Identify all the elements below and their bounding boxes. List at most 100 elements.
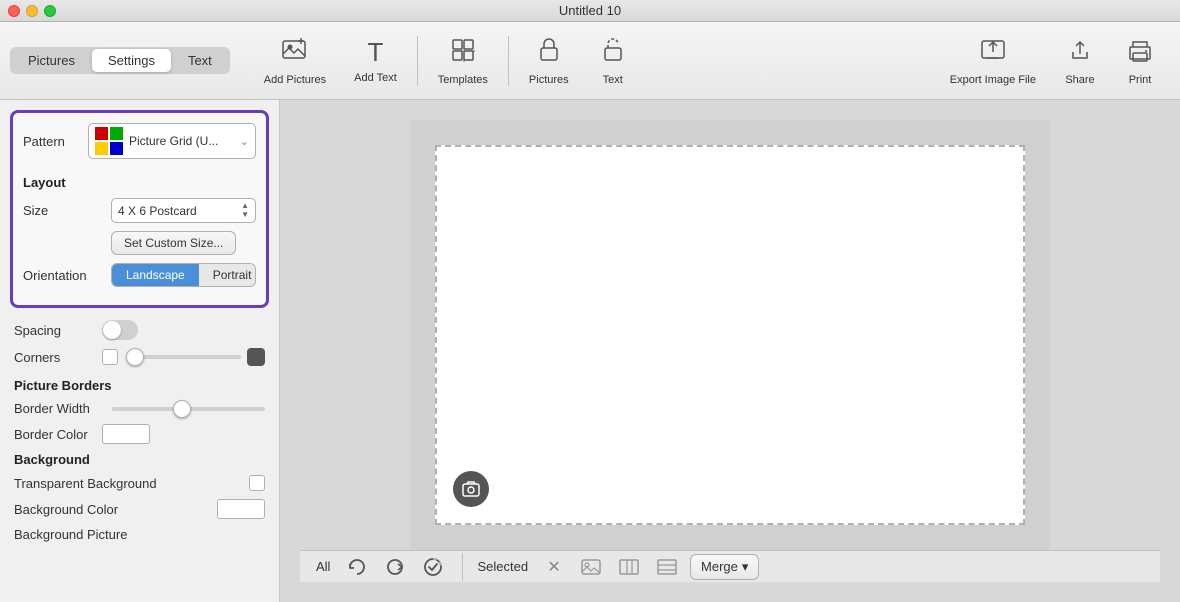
layout-title: Layout	[23, 175, 256, 190]
bg-color-label: Background Color	[14, 502, 118, 517]
corners-row: Corners	[14, 348, 265, 366]
border-width-slider[interactable]	[112, 407, 265, 411]
size-label: Size	[23, 203, 103, 218]
tab-settings[interactable]: Settings	[92, 49, 171, 72]
bottom-bar: All	[300, 550, 1160, 582]
minimize-button[interactable]	[26, 5, 38, 17]
background-title: Background	[14, 452, 265, 467]
size-stepper-icon: ▲ ▼	[241, 202, 249, 219]
maximize-button[interactable]	[44, 5, 56, 17]
templates-icon	[449, 36, 477, 70]
bottom-separator	[462, 553, 463, 581]
close-button[interactable]	[8, 5, 20, 17]
pattern-row: Pattern Picture Grid (U... ⌄	[23, 123, 256, 159]
merge-button[interactable]: Merge ▾	[690, 554, 759, 580]
canvas-area: All	[280, 100, 1180, 602]
border-color-row: Border Color	[14, 424, 265, 444]
toggle-knob	[103, 321, 121, 339]
transparent-bg-checkbox[interactable]	[249, 475, 265, 491]
add-pictures-icon	[281, 36, 309, 70]
text-lock-icon	[601, 36, 625, 70]
share-icon	[1068, 36, 1092, 70]
share-label: Share	[1065, 74, 1094, 86]
toolbar-separator-2	[508, 36, 509, 86]
transparent-bg-label: Transparent Background	[14, 476, 157, 491]
refresh-all-button-1[interactable]	[342, 552, 372, 582]
print-icon	[1126, 36, 1154, 70]
export-icon	[979, 36, 1007, 70]
merge-chevron-icon: ▾	[742, 559, 749, 575]
tab-pictures[interactable]: Pictures	[12, 49, 91, 72]
spacing-toggle[interactable]	[102, 320, 138, 340]
text-lock-button[interactable]: Text	[583, 32, 643, 90]
orientation-buttons: Landscape Portrait	[111, 263, 256, 287]
pictures-label: Pictures	[529, 74, 569, 86]
add-pictures-button[interactable]: Add Pictures	[250, 32, 340, 90]
templates-button[interactable]: Templates	[424, 32, 502, 90]
picture-borders-title: Picture Borders	[14, 378, 265, 393]
merge-label: Merge	[701, 559, 738, 574]
selected-image-button[interactable]	[576, 552, 606, 582]
pictures-lock-icon	[537, 36, 561, 70]
selected-label: Selected	[477, 559, 528, 574]
bg-color-row: Background Color	[14, 499, 265, 519]
canvas-wrapper	[300, 120, 1160, 550]
pattern-select[interactable]: Picture Grid (U... ⌄	[88, 123, 256, 159]
corners-end-indicator	[247, 348, 265, 366]
traffic-lights	[8, 5, 56, 17]
print-label: Print	[1129, 74, 1152, 86]
all-label: All	[316, 559, 330, 574]
bg-color-swatch[interactable]	[217, 499, 265, 519]
canvas-background	[410, 120, 1050, 550]
sidebar-lower: Spacing Corners Picture Borders Border W…	[10, 316, 269, 554]
border-color-swatch[interactable]	[102, 424, 150, 444]
canvas[interactable]	[435, 145, 1025, 525]
export-label: Export Image File	[950, 74, 1036, 86]
border-width-label: Border Width	[14, 401, 104, 416]
text-label: Text	[603, 74, 623, 86]
toolbar-separator-1	[417, 36, 418, 86]
main-content: Pattern Picture Grid (U... ⌄ Layout Size	[0, 100, 1180, 602]
pattern-icon	[95, 127, 123, 155]
transparent-bg-row: Transparent Background	[14, 475, 265, 491]
check-all-button[interactable]	[418, 552, 448, 582]
add-text-button[interactable]: T Add Text	[340, 33, 411, 88]
toolbar: Pictures Settings Text Add Pictures T Ad…	[0, 22, 1180, 100]
corners-slider-thumb	[126, 348, 144, 366]
templates-label: Templates	[438, 74, 488, 86]
bg-picture-row: Background Picture	[14, 527, 265, 542]
tab-text[interactable]: Text	[172, 49, 228, 72]
bg-picture-label: Background Picture	[14, 527, 127, 542]
tab-group: Pictures Settings Text	[10, 47, 230, 74]
corners-slider[interactable]	[126, 355, 241, 359]
selected-columns-button[interactable]	[614, 552, 644, 582]
pictures-lock-button[interactable]: Pictures	[515, 32, 583, 90]
corners-checkbox[interactable]	[102, 349, 118, 365]
border-width-row: Border Width	[14, 401, 265, 416]
size-row: Size 4 X 6 Postcard ▲ ▼	[23, 198, 256, 223]
pattern-section: Pattern Picture Grid (U... ⌄ Layout Size	[10, 110, 269, 308]
corners-label: Corners	[14, 350, 94, 365]
portrait-button[interactable]: Portrait	[199, 264, 256, 286]
canvas-photo-icon	[453, 471, 489, 507]
selected-rows-button[interactable]	[652, 552, 682, 582]
spacing-label: Spacing	[14, 323, 94, 338]
titlebar: Untitled 10	[0, 0, 1180, 22]
size-value: 4 X 6 Postcard	[118, 204, 197, 218]
size-select[interactable]: 4 X 6 Postcard ▲ ▼	[111, 198, 256, 223]
add-pictures-label: Add Pictures	[264, 74, 326, 86]
corners-slider-container	[126, 348, 265, 366]
landscape-button[interactable]: Landscape	[112, 264, 199, 286]
add-text-icon: T	[368, 37, 384, 68]
border-slider-thumb	[173, 400, 191, 418]
share-button[interactable]: Share	[1050, 32, 1110, 90]
orientation-label: Orientation	[23, 268, 103, 283]
print-button[interactable]: Print	[1110, 32, 1170, 90]
sidebar: Pattern Picture Grid (U... ⌄ Layout Size	[0, 100, 280, 602]
refresh-all-button-2[interactable]	[380, 552, 410, 582]
export-button[interactable]: Export Image File	[936, 32, 1050, 90]
selected-x-button[interactable]: ✕	[540, 553, 568, 581]
border-color-label: Border Color	[14, 427, 94, 442]
window-title: Untitled 10	[559, 3, 621, 18]
custom-size-button[interactable]: Set Custom Size...	[111, 231, 236, 255]
